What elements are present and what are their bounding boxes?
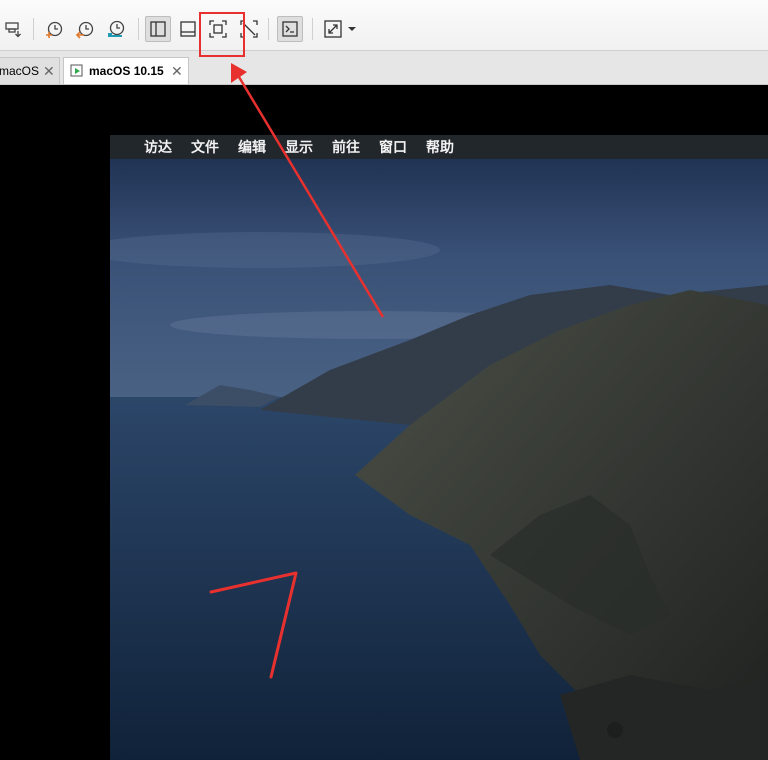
toolbar-separator <box>268 18 269 40</box>
tab-macos-10-15[interactable]: macOS 10.15 ✕ <box>63 57 189 84</box>
show-library-button[interactable] <box>145 16 171 42</box>
menu-help[interactable]: 帮助 <box>426 137 454 157</box>
stretch-guest-button[interactable] <box>320 16 346 42</box>
snapshot-icon <box>46 21 63 38</box>
menu-window[interactable]: 窗口 <box>379 137 407 157</box>
show-library-icon <box>150 21 166 37</box>
tab-macos[interactable]: macOS ✕ <box>0 57 60 84</box>
close-icon[interactable]: ✕ <box>43 63 55 80</box>
manage-snapshots-icon <box>108 20 125 37</box>
snapshot-manager-button[interactable] <box>103 16 129 42</box>
show-thumbnail-bar-button[interactable] <box>175 16 201 42</box>
vm-tab-strip: macOS ✕ macOS 10.15 ✕ <box>0 51 768 85</box>
take-snapshot-button[interactable] <box>41 16 67 42</box>
stretch-dropdown-button[interactable] <box>345 16 359 42</box>
menu-view[interactable]: 显示 <box>285 137 313 157</box>
catalina-wallpaper <box>110 135 768 760</box>
toolbar-separator <box>33 18 34 40</box>
send-ctrl-alt-del-button[interactable] <box>0 16 26 42</box>
tab-label: macOS 10.15 <box>89 64 164 78</box>
enter-unity-button[interactable] <box>236 16 262 42</box>
close-icon[interactable]: ✕ <box>171 63 183 80</box>
enter-full-screen-button[interactable] <box>205 16 231 42</box>
revert-snapshot-button[interactable] <box>72 16 98 42</box>
send-keys-icon <box>5 22 21 38</box>
menu-finder[interactable]: 访达 <box>144 137 172 157</box>
menu-file[interactable]: 文件 <box>191 137 219 157</box>
toolbar-separator <box>138 18 139 40</box>
menu-go[interactable]: 前往 <box>332 137 360 157</box>
tab-label: macOS <box>0 64 40 78</box>
revert-snapshot-icon <box>75 21 94 39</box>
vm-running-icon <box>70 64 83 77</box>
console-view-icon <box>282 21 298 37</box>
full-screen-icon <box>209 20 227 38</box>
show-thumbnail-bar-icon <box>180 21 196 37</box>
stretch-guest-icon <box>324 20 342 38</box>
unity-icon <box>240 20 258 38</box>
vmware-toolbar <box>0 0 768 51</box>
dropdown-arrow-icon <box>348 27 356 31</box>
guest-desktop[interactable]: 访达 文件 编辑 显示 前往 窗口 帮助 <box>110 135 768 760</box>
toolbar-separator <box>312 18 313 40</box>
console-view-button[interactable] <box>277 16 303 42</box>
menu-edit[interactable]: 编辑 <box>238 137 266 157</box>
macos-menu-bar: 访达 文件 编辑 显示 前往 窗口 帮助 <box>110 135 768 159</box>
